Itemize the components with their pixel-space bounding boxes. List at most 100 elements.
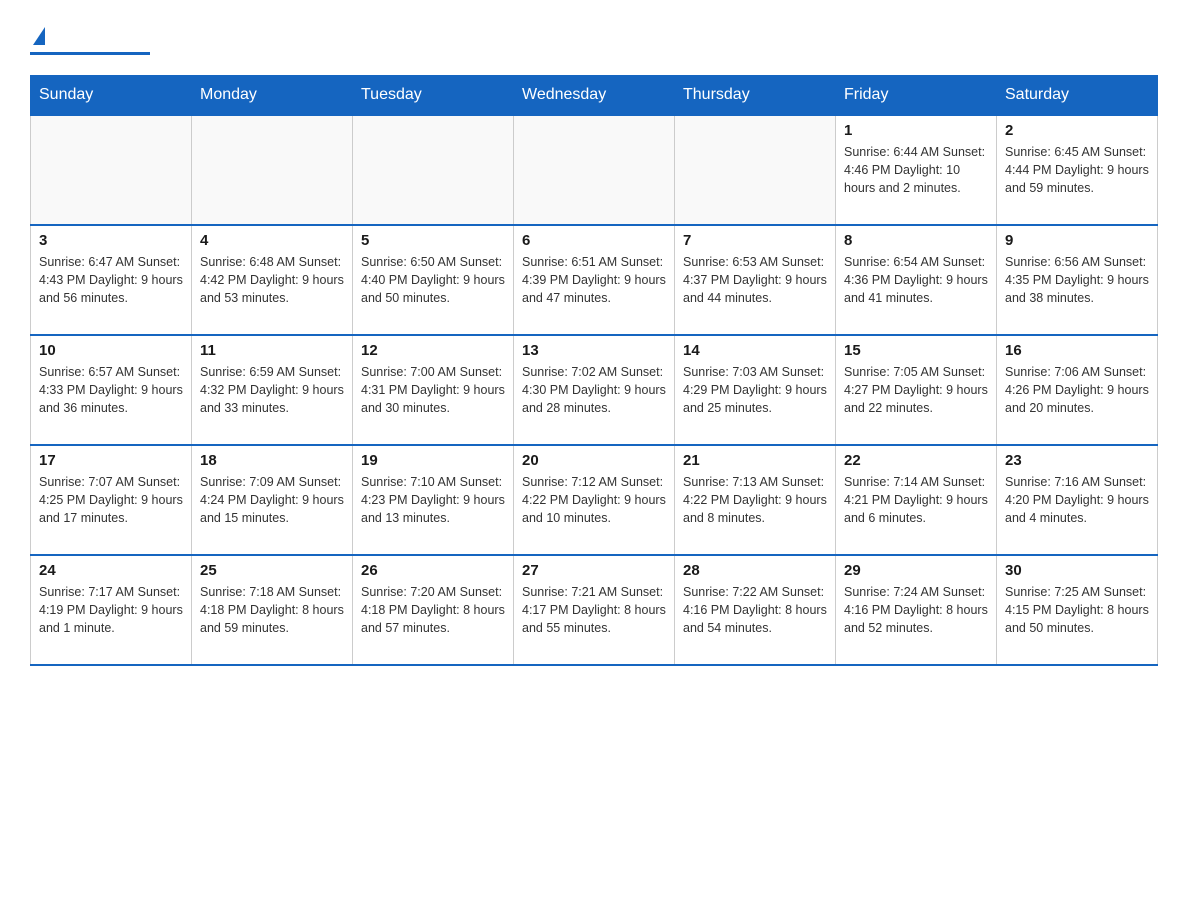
day-info: Sunrise: 6:59 AM Sunset: 4:32 PM Dayligh…	[200, 363, 344, 417]
calendar-cell: 14 Sunrise: 7:03 AM Sunset: 4:29 PM Dayli…	[675, 335, 836, 445]
day-number: 23	[1005, 452, 1149, 469]
calendar-cell: 29 Sunrise: 7:24 AM Sunset: 4:16 PM Dayli…	[836, 555, 997, 665]
day-number: 3	[39, 232, 183, 249]
day-number: 6	[522, 232, 666, 249]
day-info: Sunrise: 6:57 AM Sunset: 4:33 PM Dayligh…	[39, 363, 183, 417]
day-number: 17	[39, 452, 183, 469]
day-number: 25	[200, 562, 344, 579]
calendar-week-row: 17 Sunrise: 7:07 AM Sunset: 4:25 PM Dayli…	[31, 445, 1158, 555]
calendar-cell	[514, 115, 675, 225]
calendar-cell: 12 Sunrise: 7:00 AM Sunset: 4:31 PM Dayli…	[353, 335, 514, 445]
day-number: 19	[361, 452, 505, 469]
calendar-cell: 11 Sunrise: 6:59 AM Sunset: 4:32 PM Dayli…	[192, 335, 353, 445]
calendar-cell: 3 Sunrise: 6:47 AM Sunset: 4:43 PM Daylig…	[31, 225, 192, 335]
calendar-cell: 27Sunrise: 7:21 AM Sunset: 4:17 PM Dayli…	[514, 555, 675, 665]
calendar-cell: 13 Sunrise: 7:02 AM Sunset: 4:30 PM Dayli…	[514, 335, 675, 445]
day-number: 22	[844, 452, 988, 469]
day-number: 28	[683, 562, 827, 579]
calendar-day-header: Wednesday	[514, 76, 675, 116]
day-info: Sunrise: 7:25 AM Sunset: 4:15 PM Dayligh…	[1005, 583, 1149, 637]
day-number: 11	[200, 342, 344, 359]
calendar-day-header: Thursday	[675, 76, 836, 116]
day-number: 24	[39, 562, 183, 579]
logo	[30, 20, 150, 55]
day-info: Sunrise: 6:44 AM Sunset: 4:46 PM Dayligh…	[844, 143, 988, 197]
day-number: 26	[361, 562, 505, 579]
calendar-day-header: Friday	[836, 76, 997, 116]
calendar-header-row: SundayMondayTuesdayWednesdayThursdayFrid…	[31, 76, 1158, 116]
calendar-day-header: Monday	[192, 76, 353, 116]
calendar-cell	[353, 115, 514, 225]
day-info: Sunrise: 7:00 AM Sunset: 4:31 PM Dayligh…	[361, 363, 505, 417]
day-info: Sunrise: 7:18 AM Sunset: 4:18 PM Dayligh…	[200, 583, 344, 637]
calendar-cell: 15 Sunrise: 7:05 AM Sunset: 4:27 PM Dayli…	[836, 335, 997, 445]
day-number: 9	[1005, 232, 1149, 249]
day-info: Sunrise: 6:53 AM Sunset: 4:37 PM Dayligh…	[683, 253, 827, 307]
calendar-cell	[31, 115, 192, 225]
day-info: Sunrise: 7:21 AM Sunset: 4:17 PM Dayligh…	[522, 583, 666, 637]
day-number: 13	[522, 342, 666, 359]
day-number: 14	[683, 342, 827, 359]
day-info: Sunrise: 6:45 AM Sunset: 4:44 PM Dayligh…	[1005, 143, 1149, 197]
day-info: Sunrise: 6:54 AM Sunset: 4:36 PM Dayligh…	[844, 253, 988, 307]
calendar-cell: 1Sunrise: 6:44 AM Sunset: 4:46 PM Daylig…	[836, 115, 997, 225]
calendar-cell	[192, 115, 353, 225]
calendar-cell: 2 Sunrise: 6:45 AM Sunset: 4:44 PM Daylig…	[997, 115, 1158, 225]
day-number: 29	[844, 562, 988, 579]
day-info: Sunrise: 6:51 AM Sunset: 4:39 PM Dayligh…	[522, 253, 666, 307]
calendar-cell: 16 Sunrise: 7:06 AM Sunset: 4:26 PM Dayli…	[997, 335, 1158, 445]
calendar-day-header: Saturday	[997, 76, 1158, 116]
calendar-week-row: 24 Sunrise: 7:17 AM Sunset: 4:19 PM Dayli…	[31, 555, 1158, 665]
day-number: 4	[200, 232, 344, 249]
calendar-cell: 7Sunrise: 6:53 AM Sunset: 4:37 PM Daylig…	[675, 225, 836, 335]
day-info: Sunrise: 7:09 AM Sunset: 4:24 PM Dayligh…	[200, 473, 344, 527]
day-number: 2	[1005, 122, 1149, 139]
day-info: Sunrise: 7:12 AM Sunset: 4:22 PM Dayligh…	[522, 473, 666, 527]
day-info: Sunrise: 7:14 AM Sunset: 4:21 PM Dayligh…	[844, 473, 988, 527]
calendar-cell: 25 Sunrise: 7:18 AM Sunset: 4:18 PM Dayli…	[192, 555, 353, 665]
calendar-day-header: Sunday	[31, 76, 192, 116]
logo-triangle-icon	[33, 27, 45, 45]
day-info: Sunrise: 7:02 AM Sunset: 4:30 PM Dayligh…	[522, 363, 666, 417]
calendar-cell: 20Sunrise: 7:12 AM Sunset: 4:22 PM Dayli…	[514, 445, 675, 555]
day-info: Sunrise: 7:17 AM Sunset: 4:19 PM Dayligh…	[39, 583, 183, 637]
day-info: Sunrise: 7:22 AM Sunset: 4:16 PM Dayligh…	[683, 583, 827, 637]
day-info: Sunrise: 6:48 AM Sunset: 4:42 PM Dayligh…	[200, 253, 344, 307]
calendar-cell: 19 Sunrise: 7:10 AM Sunset: 4:23 PM Dayli…	[353, 445, 514, 555]
day-info: Sunrise: 7:06 AM Sunset: 4:26 PM Dayligh…	[1005, 363, 1149, 417]
calendar-day-header: Tuesday	[353, 76, 514, 116]
logo-underline	[30, 52, 150, 55]
calendar-cell: 28 Sunrise: 7:22 AM Sunset: 4:16 PM Dayli…	[675, 555, 836, 665]
day-info: Sunrise: 7:07 AM Sunset: 4:25 PM Dayligh…	[39, 473, 183, 527]
day-info: Sunrise: 7:03 AM Sunset: 4:29 PM Dayligh…	[683, 363, 827, 417]
calendar-week-row: 3 Sunrise: 6:47 AM Sunset: 4:43 PM Daylig…	[31, 225, 1158, 335]
day-number: 5	[361, 232, 505, 249]
day-number: 15	[844, 342, 988, 359]
calendar-table: SundayMondayTuesdayWednesdayThursdayFrid…	[30, 75, 1158, 666]
day-number: 16	[1005, 342, 1149, 359]
day-number: 18	[200, 452, 344, 469]
day-info: Sunrise: 6:56 AM Sunset: 4:35 PM Dayligh…	[1005, 253, 1149, 307]
day-number: 21	[683, 452, 827, 469]
day-number: 8	[844, 232, 988, 249]
page-header	[30, 20, 1158, 55]
day-info: Sunrise: 7:24 AM Sunset: 4:16 PM Dayligh…	[844, 583, 988, 637]
calendar-cell: 24 Sunrise: 7:17 AM Sunset: 4:19 PM Dayli…	[31, 555, 192, 665]
calendar-week-row: 1Sunrise: 6:44 AM Sunset: 4:46 PM Daylig…	[31, 115, 1158, 225]
calendar-cell: 10 Sunrise: 6:57 AM Sunset: 4:33 PM Dayli…	[31, 335, 192, 445]
day-info: Sunrise: 6:50 AM Sunset: 4:40 PM Dayligh…	[361, 253, 505, 307]
day-number: 30	[1005, 562, 1149, 579]
calendar-cell: 26Sunrise: 7:20 AM Sunset: 4:18 PM Dayli…	[353, 555, 514, 665]
day-info: Sunrise: 7:05 AM Sunset: 4:27 PM Dayligh…	[844, 363, 988, 417]
calendar-cell	[675, 115, 836, 225]
day-number: 10	[39, 342, 183, 359]
day-info: Sunrise: 6:47 AM Sunset: 4:43 PM Dayligh…	[39, 253, 183, 307]
calendar-cell: 17 Sunrise: 7:07 AM Sunset: 4:25 PM Dayli…	[31, 445, 192, 555]
calendar-cell: 23Sunrise: 7:16 AM Sunset: 4:20 PM Dayli…	[997, 445, 1158, 555]
day-number: 12	[361, 342, 505, 359]
calendar-cell: 22 Sunrise: 7:14 AM Sunset: 4:21 PM Dayli…	[836, 445, 997, 555]
calendar-cell: 9 Sunrise: 6:56 AM Sunset: 4:35 PM Daylig…	[997, 225, 1158, 335]
calendar-cell: 21 Sunrise: 7:13 AM Sunset: 4:22 PM Dayli…	[675, 445, 836, 555]
day-info: Sunrise: 7:13 AM Sunset: 4:22 PM Dayligh…	[683, 473, 827, 527]
day-info: Sunrise: 7:10 AM Sunset: 4:23 PM Dayligh…	[361, 473, 505, 527]
